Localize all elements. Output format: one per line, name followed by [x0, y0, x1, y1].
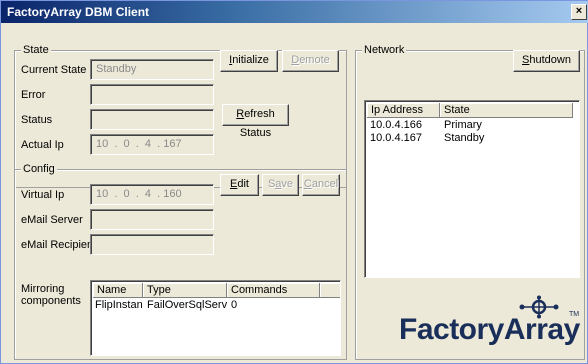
column-ip-address-header[interactable]: Ip Address: [367, 103, 440, 118]
shutdown-button[interactable]: Shutdown: [513, 50, 580, 72]
close-button[interactable]: ×: [571, 4, 587, 20]
column-state-header[interactable]: State: [440, 103, 573, 118]
demote-button[interactable]: Demote: [282, 50, 339, 72]
mirroring-listview[interactable]: Name Type Commands FlipInstan... FailOve…: [90, 280, 341, 356]
email-recipient-field[interactable]: [90, 234, 214, 255]
email-recipient-label: eMail Recipient: [21, 239, 97, 251]
refresh-status-button[interactable]: Refresh Status: [222, 104, 289, 139]
status-label: Status: [21, 114, 53, 126]
email-server-label: eMail Server: [21, 214, 83, 226]
actual-ip-label: Actual Ip: [21, 139, 64, 151]
column-filler-header: [320, 283, 340, 298]
cell-state: Primary: [444, 119, 482, 131]
column-commands-header[interactable]: Commands: [227, 283, 320, 298]
error-field: [90, 84, 214, 105]
factoryarray-logo: FactoryArray: [399, 313, 580, 346]
network-legend: Network: [362, 44, 407, 56]
initialize-button[interactable]: Initialize: [220, 50, 278, 72]
cell-commands: 0: [231, 299, 238, 311]
virtual-ip-label: Virtual Ip: [21, 189, 65, 201]
main-window: FactoryArray DBM Client × State Current …: [0, 0, 588, 364]
network-header: Ip Address State: [367, 103, 573, 118]
current-state-field: Standby: [90, 59, 214, 80]
config-legend: Config: [21, 163, 57, 175]
status-field: [90, 109, 214, 130]
window-title: FactoryArray DBM Client: [7, 5, 150, 19]
column-name-header[interactable]: Name: [93, 283, 143, 298]
mirroring-label-line1: Mirroring: [21, 283, 65, 295]
edit-button[interactable]: Edit: [220, 174, 259, 196]
cancel-button[interactable]: Cancel: [302, 174, 340, 196]
current-state-label: Current State: [21, 64, 87, 76]
list-item[interactable]: 10.0.4.167 Standby: [367, 132, 560, 145]
cell-ip: 10.0.4.166: [370, 119, 422, 131]
title-bar[interactable]: FactoryArray DBM Client ×: [1, 1, 588, 23]
cell-ip: 10.0.4.167: [370, 132, 422, 144]
cell-state: Standby: [444, 132, 485, 144]
state-legend: State: [21, 44, 51, 56]
cell-type: FailOverSqlServer: [147, 299, 227, 311]
cell-name: FlipInstan...: [95, 299, 143, 311]
email-server-field[interactable]: [90, 209, 214, 230]
network-listview[interactable]: Ip Address State 10.0.4.166 Primary 10.0…: [364, 100, 580, 278]
list-item[interactable]: 10.0.4.166 Primary: [367, 119, 560, 132]
virtual-ip-field: 10 . 0 . 4 . 160: [90, 184, 214, 205]
actual-ip-field: 10 . 0 . 4 . 167: [90, 134, 214, 155]
table-row[interactable]: FlipInstan... FailOverSqlServer 0: [93, 299, 287, 312]
mirroring-header: Name Type Commands: [93, 283, 340, 298]
error-label: Error: [21, 89, 46, 101]
mirroring-label-line2: components: [21, 295, 81, 307]
logo-trademark: TM: [569, 311, 580, 318]
save-button[interactable]: Save: [262, 174, 299, 196]
column-type-header[interactable]: Type: [143, 283, 227, 298]
